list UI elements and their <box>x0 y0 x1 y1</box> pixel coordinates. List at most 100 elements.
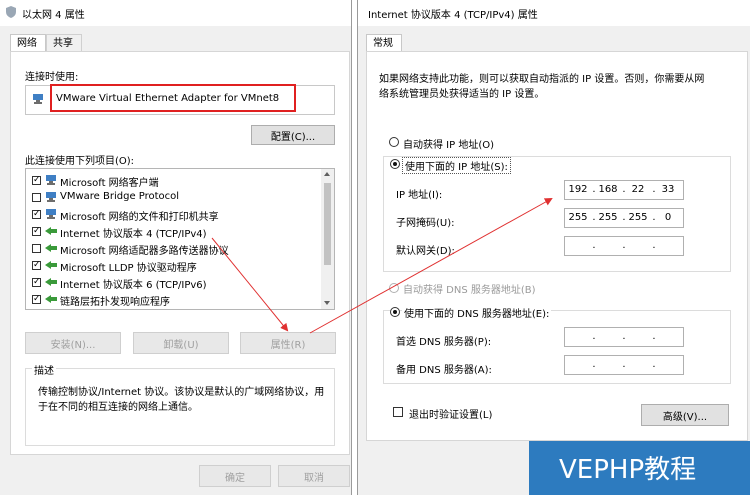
auto-ip-label[interactable]: 自动获得 IP 地址(O) <box>403 136 494 151</box>
item-label: 链路层拓扑发现响应程序 <box>60 297 170 308</box>
protocol-arrow-icon <box>45 227 57 235</box>
preferred-dns-label: 首选 DNS 服务器(P): <box>396 337 492 348</box>
adapter-name: VMware Virtual Ethernet Adapter for VMne… <box>56 93 280 104</box>
uninstall-button[interactable]: 卸载(U) <box>133 332 229 354</box>
item-label: Internet 协议版本 4 (TCP/IPv4) <box>60 229 207 240</box>
connect-using-label: 连接时使用: <box>25 72 79 83</box>
subnet-mask-label: 子网掩码(U): <box>396 218 455 229</box>
item-checkbox[interactable]: ✓ <box>32 227 41 236</box>
network-shield-icon <box>6 6 16 18</box>
left-title-bar: 以太网 4 属性 <box>0 0 351 26</box>
item-label: Microsoft 网络的文件和打印机共享 <box>60 212 219 223</box>
items-label: 此连接使用下列项目(O): <box>25 156 135 167</box>
network-adapter-icon <box>33 94 43 104</box>
ip-dot: . <box>622 240 626 251</box>
auto-dns-radio[interactable] <box>389 283 399 293</box>
right-window-title: Internet 协议版本 4 (TCP/IPv4) 属性 <box>368 10 538 21</box>
advanced-button[interactable]: 高级(V)... <box>641 404 729 426</box>
validate-label[interactable]: 退出时验证设置(L) <box>409 406 492 421</box>
description-text-1: 传输控制协议/Internet 协议。该协议是默认的广域网络协议，用 <box>38 387 325 398</box>
dns-settings-group: 使用下面的 DNS 服务器地址(E): 首选 DNS 服务器(P): . . .… <box>383 305 731 384</box>
ipv4-properties-window: Internet 协议版本 4 (TCP/IPv4) 属性 常规 如果网络支持此… <box>357 0 750 495</box>
ip-octet: 192 <box>568 184 588 195</box>
ip-dot: . <box>652 331 656 342</box>
left-window-title: 以太网 4 属性 <box>22 10 85 21</box>
ip-octet: 0 <box>664 212 672 223</box>
preferred-dns-field[interactable]: . . . <box>564 327 684 347</box>
ip-dot: . <box>592 331 596 342</box>
alternate-dns-field[interactable]: . . . <box>564 355 684 375</box>
list-scrollbar[interactable] <box>321 169 334 309</box>
ip-octet: 22 <box>631 184 645 195</box>
intro-text-1: 如果网络支持此功能，则可以获取自动指派的 IP 设置。否则，你需要从网 <box>379 74 705 85</box>
gateway-label: 默认网关(D): <box>396 246 455 257</box>
auto-ip-radio[interactable] <box>389 137 399 147</box>
description-label: 描述 <box>32 362 56 377</box>
tab-network[interactable]: 网络 <box>10 34 46 52</box>
use-ip-label[interactable]: 使用下面的 IP 地址(S): <box>402 157 511 174</box>
left-properties-window: 以太网 4 属性 网络 共享 连接时使用: VMware Virtual Eth… <box>0 0 352 495</box>
ip-address-label: IP 地址(I): <box>396 190 443 201</box>
item-checkbox[interactable]: ✓ <box>32 278 41 287</box>
ip-octet: 255 <box>598 212 618 223</box>
item-checkbox[interactable]: ✓ <box>32 295 41 304</box>
item-label: Internet 协议版本 6 (TCP/IPv6) <box>60 280 207 291</box>
use-dns-radio[interactable] <box>390 307 400 317</box>
validate-checkbox[interactable] <box>393 407 403 417</box>
protocol-arrow-icon <box>45 278 57 286</box>
item-label: VMware Bridge Protocol <box>60 191 180 202</box>
item-checkbox[interactable]: ✓ <box>32 261 41 270</box>
watermark-banner: VEPHP教程 <box>529 441 750 495</box>
use-dns-label[interactable]: 使用下面的 DNS 服务器地址(E): <box>402 305 552 320</box>
ip-octet: 255 <box>568 212 588 223</box>
description-group: 描述 传输控制协议/Internet 协议。该协议是默认的广域网络协议，用 于在… <box>25 362 335 446</box>
protocol-icon <box>46 192 56 202</box>
general-tab-panel: 如果网络支持此功能，则可以获取自动指派的 IP 设置。否则，你需要从网 络系统管… <box>366 51 748 441</box>
ip-dot: . <box>592 240 596 251</box>
intro-text-2: 络系统管理员处获得适当的 IP 设置。 <box>379 89 545 100</box>
adapter-field: VMware Virtual Ethernet Adapter for VMne… <box>25 84 335 115</box>
scroll-up-arrow-icon[interactable] <box>324 172 330 176</box>
auto-dns-label[interactable]: 自动获得 DNS 服务器地址(B) <box>403 281 536 296</box>
client-icon <box>46 175 56 185</box>
configure-button[interactable]: 配置(C)... <box>251 125 335 145</box>
ip-settings-group: 使用下面的 IP 地址(S): IP 地址(I): 192 . 168 . 22… <box>383 156 731 272</box>
network-tab-panel: 连接时使用: VMware Virtual Ethernet Adapter f… <box>10 51 350 455</box>
ip-dot: . <box>652 240 656 251</box>
scroll-down-arrow-icon[interactable] <box>324 301 330 305</box>
ip-dot: . <box>622 359 626 370</box>
item-label: Microsoft LLDP 协议驱动程序 <box>60 263 197 274</box>
item-label: Microsoft 网络适配器多路传送器协议 <box>60 246 229 257</box>
gateway-field[interactable]: . . . <box>564 236 684 256</box>
protocol-arrow-icon <box>45 261 57 269</box>
properties-button[interactable]: 属性(R) <box>240 332 336 354</box>
right-title-bar: Internet 协议版本 4 (TCP/IPv4) 属性 <box>358 0 750 26</box>
alternate-dns-label: 备用 DNS 服务器(A): <box>396 365 492 376</box>
use-ip-radio[interactable] <box>390 159 400 169</box>
subnet-mask-field[interactable]: 255 . 255 . 255 . 0 <box>564 208 684 228</box>
ip-dot: . <box>652 359 656 370</box>
ip-address-field[interactable]: 192 . 168 . 22 . 33 <box>564 180 684 200</box>
item-checkbox[interactable]: ✓ <box>32 176 41 185</box>
ip-dot: . <box>622 331 626 342</box>
tab-general[interactable]: 常规 <box>366 34 402 52</box>
scroll-thumb[interactable] <box>324 183 331 265</box>
item-checkbox[interactable] <box>32 193 41 202</box>
item-checkbox[interactable] <box>32 244 41 253</box>
description-text-2: 于在不同的相互连接的网络上通信。 <box>38 402 198 413</box>
service-icon <box>46 209 56 219</box>
tab-sharing[interactable]: 共享 <box>46 34 82 52</box>
install-button[interactable]: 安装(N)... <box>25 332 121 354</box>
components-list[interactable]: ✓ Microsoft 网络客户端 VMware Bridge Protocol… <box>25 168 335 310</box>
ip-dot: . <box>592 359 596 370</box>
watermark-text: VEPHP教程 <box>559 455 697 485</box>
item-checkbox[interactable]: ✓ <box>32 210 41 219</box>
protocol-arrow-icon <box>45 244 57 252</box>
protocol-arrow-icon <box>45 295 57 303</box>
ip-octet: 33 <box>661 184 675 195</box>
ok-button[interactable]: 确定 <box>199 465 271 487</box>
ip-octet: 168 <box>598 184 618 195</box>
ip-octet: 255 <box>628 212 648 223</box>
cancel-button[interactable]: 取消 <box>278 465 350 487</box>
item-label: Microsoft 网络客户端 <box>60 178 159 189</box>
